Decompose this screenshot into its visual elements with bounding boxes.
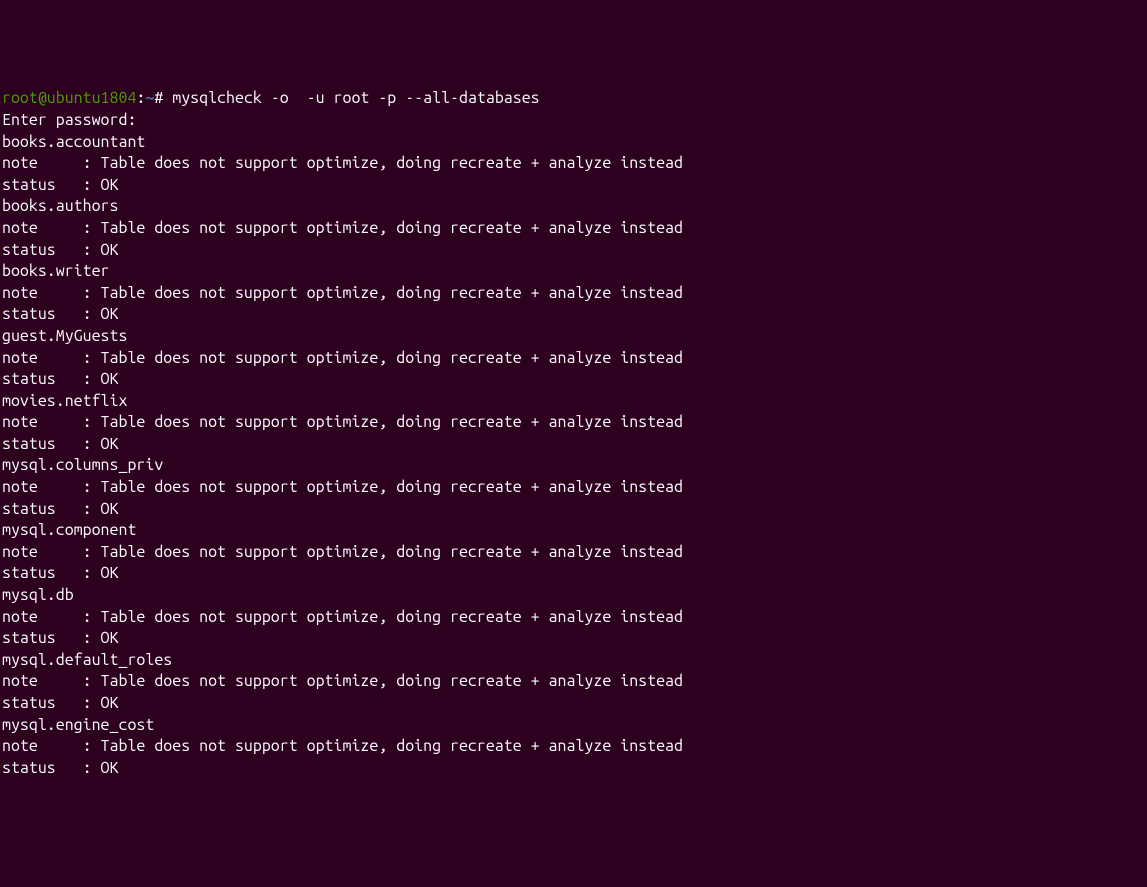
status-line: status : OK xyxy=(2,628,1145,650)
note-line: note : Table does not support optimize, … xyxy=(2,542,1145,564)
note-line: note : Table does not support optimize, … xyxy=(2,153,1145,175)
prompt-hash: # xyxy=(154,89,172,107)
status-line: status : OK xyxy=(2,434,1145,456)
status-line: status : OK xyxy=(2,563,1145,585)
note-line: note : Table does not support optimize, … xyxy=(2,218,1145,240)
terminal-output[interactable]: root@ubuntu1804:~# mysqlcheck -o -u root… xyxy=(2,88,1145,779)
status-line: status : OK xyxy=(2,240,1145,262)
status-line: status : OK xyxy=(2,758,1145,780)
status-line: status : OK xyxy=(2,304,1145,326)
prompt-path: ~ xyxy=(145,89,154,107)
table-name: mysql.default_roles xyxy=(2,650,1145,672)
status-line: status : OK xyxy=(2,369,1145,391)
table-name: books.authors xyxy=(2,196,1145,218)
note-line: note : Table does not support optimize, … xyxy=(2,348,1145,370)
note-line: note : Table does not support optimize, … xyxy=(2,736,1145,758)
prompt-user-host: root@ubuntu1804 xyxy=(2,89,136,107)
table-name: mysql.engine_cost xyxy=(2,715,1145,737)
table-name: mysql.columns_priv xyxy=(2,455,1145,477)
table-name: movies.netflix xyxy=(2,391,1145,413)
table-name: mysql.component xyxy=(2,520,1145,542)
table-name: mysql.db xyxy=(2,585,1145,607)
note-line: note : Table does not support optimize, … xyxy=(2,283,1145,305)
command-text: mysqlcheck -o -u root -p --all-databases xyxy=(172,89,539,107)
status-line: status : OK xyxy=(2,175,1145,197)
note-line: note : Table does not support optimize, … xyxy=(2,607,1145,629)
status-line: status : OK xyxy=(2,499,1145,521)
note-line: note : Table does not support optimize, … xyxy=(2,671,1145,693)
password-prompt: Enter password: xyxy=(2,110,1145,132)
prompt-line: root@ubuntu1804:~# mysqlcheck -o -u root… xyxy=(2,88,1145,110)
table-name: guest.MyGuests xyxy=(2,326,1145,348)
status-line: status : OK xyxy=(2,693,1145,715)
note-line: note : Table does not support optimize, … xyxy=(2,412,1145,434)
table-name: books.writer xyxy=(2,261,1145,283)
note-line: note : Table does not support optimize, … xyxy=(2,477,1145,499)
table-name: books.accountant xyxy=(2,132,1145,154)
